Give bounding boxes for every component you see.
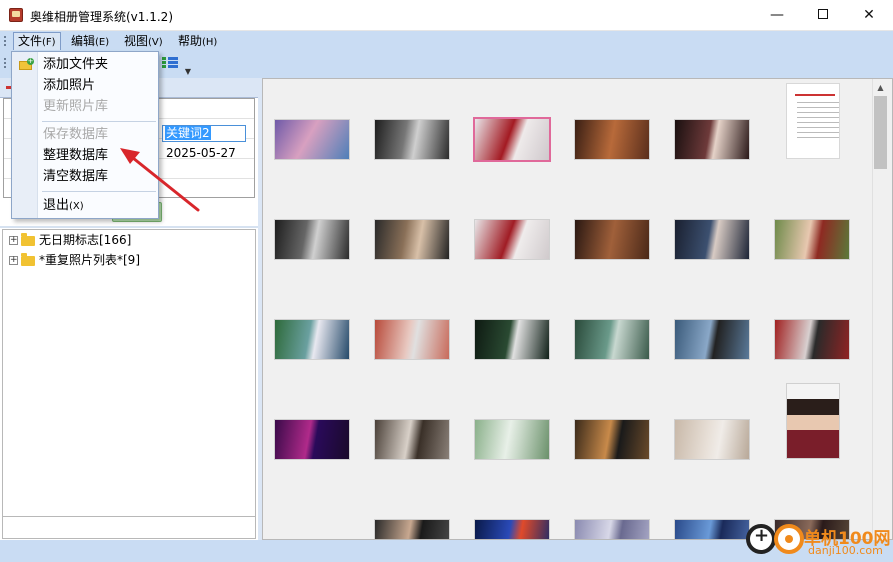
title-bar: 奥维相册管理系统(v1.1.2) — ✕ (0, 0, 893, 31)
tree-node-label: 无日期标志[166] (39, 233, 132, 247)
menu-update-library: 更新照片库 (43, 99, 109, 114)
tree-node-duplicates[interactable]: + *重复照片列表*[9] (9, 251, 140, 269)
left-divider (0, 226, 258, 228)
photo-thumbnail[interactable] (274, 219, 350, 260)
photo-thumbnail[interactable] (674, 219, 750, 260)
menu-view[interactable]: 视图(V) (120, 32, 167, 50)
window-title: 奥维相册管理系统(v1.1.2) (30, 10, 173, 24)
photo-thumbnail[interactable] (374, 519, 450, 539)
menu-edit[interactable]: 编辑(E) (67, 32, 113, 50)
menu-separator (42, 191, 156, 192)
photo-thumbnail-selected[interactable] (473, 117, 551, 162)
file-menu-dropdown: + 添加文件夹 添加照片 更新照片库 保存数据库 整理数据库 清空数据库 退出(… (11, 51, 159, 219)
menu-file[interactable]: 文件(F) (13, 32, 61, 50)
expand-icon[interactable]: + (9, 236, 18, 245)
photo-thumbnail[interactable] (374, 219, 450, 260)
thumbnail-grid[interactable] (262, 78, 893, 540)
tree-node-no-date[interactable]: + 无日期标志[166] (9, 231, 131, 249)
maximize-button[interactable] (800, 0, 846, 31)
menu-exit-label: 退出 (43, 198, 70, 213)
menu-clear-database[interactable]: 清空数据库 (43, 167, 108, 187)
app-icon (9, 8, 23, 22)
photo-thumbnail[interactable] (374, 419, 450, 460)
folder-add-icon: + (19, 58, 34, 71)
menu-view-key: (V) (148, 37, 163, 48)
watermark-url: danji100.com (808, 544, 883, 557)
document-thumbnail[interactable] (786, 83, 840, 159)
photo-thumbnail[interactable] (374, 319, 450, 360)
scroll-up-icon[interactable]: ▲ (874, 82, 887, 94)
menu-exit[interactable]: 退出(X) (43, 196, 84, 216)
menu-separator (42, 121, 156, 122)
photo-thumbnail[interactable] (574, 519, 650, 539)
minimize-button[interactable]: — (754, 0, 800, 31)
photo-thumbnail[interactable] (274, 119, 350, 160)
watermark: 单机100网 danji100.com (746, 522, 893, 562)
photo-thumbnail[interactable] (774, 319, 850, 360)
toolbar-overflow-icon[interactable]: ▼ (182, 54, 194, 76)
photo-thumbnail[interactable] (474, 419, 550, 460)
keyword-selected-text: 关键词2 (165, 126, 211, 140)
photo-thumbnail[interactable] (474, 519, 550, 539)
maximize-icon (818, 8, 828, 19)
menu-icon-gutter (12, 52, 38, 218)
expand-icon[interactable]: + (9, 256, 18, 265)
close-button[interactable]: ✕ (846, 0, 892, 31)
scrollbar-thumb[interactable] (874, 96, 887, 169)
date-value: 2025-05-27 (166, 146, 236, 160)
menu-file-key: (F) (42, 37, 56, 48)
menu-bar: 文件(F) 编辑(E) 视图(V) 帮助(H) (0, 31, 893, 51)
photo-thumbnail[interactable] (574, 419, 650, 460)
menu-help-label: 帮助 (178, 34, 203, 48)
photo-thumbnail[interactable] (574, 219, 650, 260)
menu-view-label: 视图 (124, 34, 149, 48)
menu-add-photo[interactable]: 添加照片 (43, 76, 95, 96)
list-view-icon[interactable] (162, 57, 178, 71)
menu-organize-database[interactable]: 整理数据库 (43, 146, 108, 166)
photo-thumbnail[interactable] (574, 319, 650, 360)
menu-save-database: 保存数据库 (43, 127, 109, 142)
menu-file-label: 文件 (18, 34, 43, 48)
menu-edit-key: (E) (95, 37, 110, 48)
menu-help[interactable]: 帮助(H) (174, 32, 221, 50)
photo-thumbnail[interactable] (374, 119, 450, 160)
menu-help-key: (H) (202, 37, 218, 48)
photo-thumbnail[interactable] (474, 219, 550, 260)
photo-thumbnail[interactable] (274, 419, 350, 460)
photo-thumbnail[interactable] (674, 419, 750, 460)
menu-add-folder[interactable]: 添加文件夹 (43, 55, 108, 75)
folder-icon (21, 252, 35, 266)
folder-tree: + 无日期标志[166] + *重复照片列表*[9] (2, 229, 256, 517)
folder-icon (21, 232, 35, 246)
keyword-input[interactable]: 关键词2 (162, 125, 246, 142)
menu-edit-label: 编辑 (71, 34, 96, 48)
tree-node-label: *重复照片列表*[9] (39, 253, 140, 267)
photo-thumbnail[interactable] (674, 319, 750, 360)
left-bottom-field (2, 517, 256, 539)
menu-exit-key: (X) (69, 201, 84, 212)
photo-thumbnail[interactable] (674, 519, 750, 539)
watermark-plus-icon (746, 524, 776, 554)
photo-thumbnail[interactable] (774, 219, 850, 260)
photo-thumbnail[interactable] (474, 319, 550, 360)
photo-thumbnail[interactable] (674, 119, 750, 160)
portrait-thumbnail[interactable] (786, 383, 840, 459)
watermark-dot-icon (774, 524, 804, 554)
photo-thumbnail[interactable] (574, 119, 650, 160)
photo-thumbnail[interactable] (274, 319, 350, 360)
